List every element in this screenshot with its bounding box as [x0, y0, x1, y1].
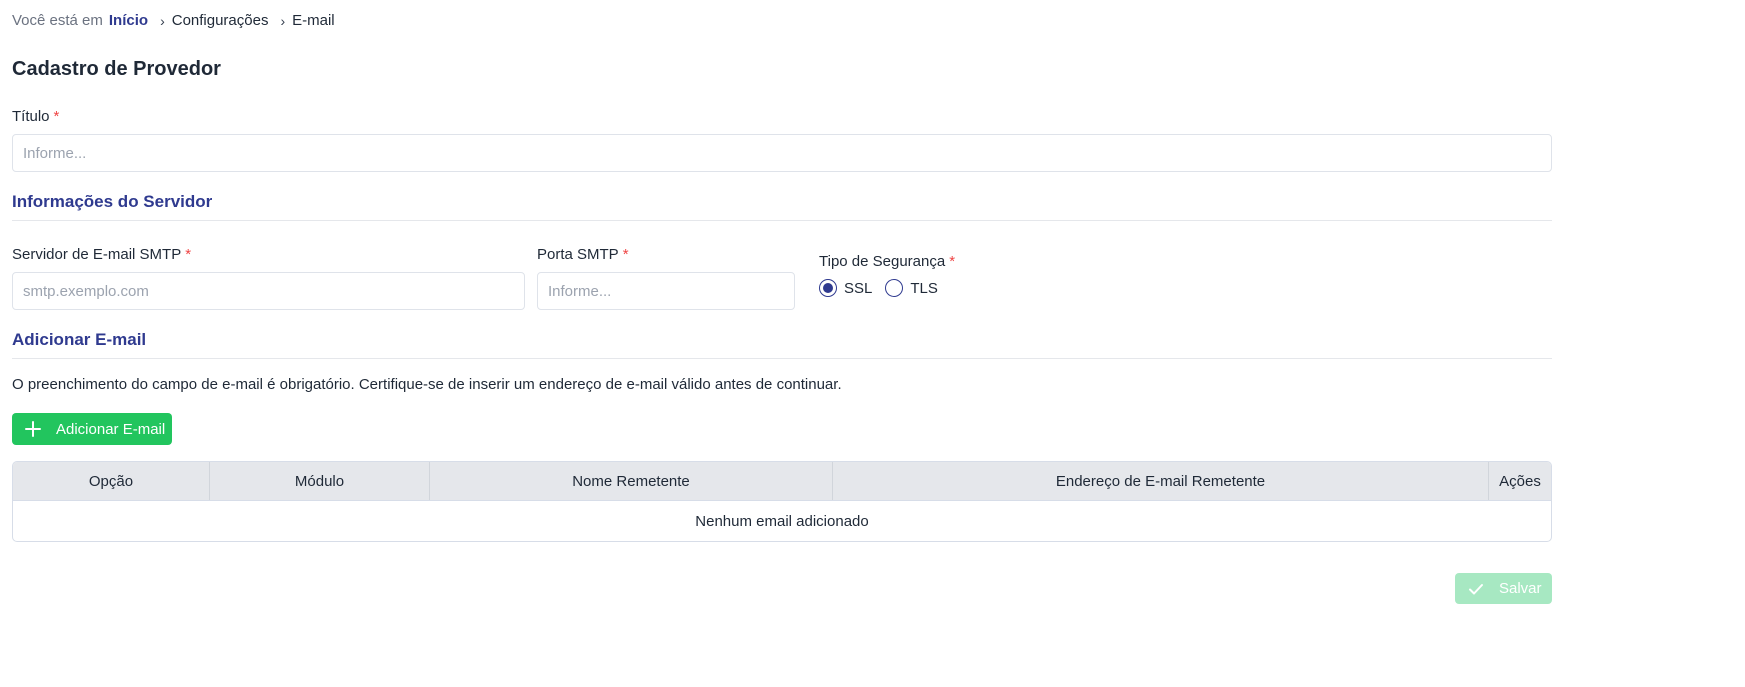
page-title: Cadastro de Provedor — [12, 58, 221, 80]
table-empty-row: Nenhum email adicionado — [695, 513, 869, 530]
smtp-port-placeholder: Informe... — [548, 282, 612, 300]
chevron-right-icon: › — [160, 12, 165, 29]
column-header-nome-remetente: Nome Remetente — [430, 462, 833, 500]
smtp-port-input[interactable]: Informe... — [537, 272, 795, 310]
page: Você está em Início › Configurações › E-… — [0, 0, 1745, 687]
breadcrumb-item-email: E-mail — [292, 12, 335, 29]
security-type-label: Tipo de Segurança * — [819, 253, 955, 270]
radio-ssl[interactable]: SSL — [819, 279, 872, 297]
save-button-label: Salvar — [1499, 580, 1542, 597]
titulo-label-text: Título — [12, 108, 50, 125]
save-button[interactable]: Salvar — [1455, 573, 1552, 604]
email-section-title: Adicionar E-mail — [12, 330, 1552, 359]
smtp-server-input[interactable]: smtp.exemplo.com — [12, 272, 525, 310]
email-section-description: O preenchimento do campo de e-mail é obr… — [12, 376, 842, 393]
breadcrumb: Você está em Início › Configurações › E-… — [12, 12, 335, 29]
smtp-server-label: Servidor de E-mail SMTP * — [12, 246, 191, 263]
check-icon — [1469, 583, 1483, 594]
smtp-port-label: Porta SMTP * — [537, 246, 629, 263]
titulo-label: Título * — [12, 108, 59, 125]
radio-tls[interactable]: TLS — [885, 279, 938, 297]
smtp-port-label-text: Porta SMTP — [537, 246, 619, 263]
table-header: Opção Módulo Nome Remetente Endereço de … — [13, 462, 1551, 501]
radio-checked-icon — [819, 279, 837, 297]
add-email-button[interactable]: Adicionar E-mail — [12, 413, 172, 445]
breadcrumb-prefix: Você está em — [12, 12, 103, 29]
email-table: Opção Módulo Nome Remetente Endereço de … — [12, 461, 1552, 542]
smtp-server-placeholder: smtp.exemplo.com — [23, 282, 149, 300]
security-type-radio-group: SSL TLS — [819, 279, 951, 297]
breadcrumb-item-configuracoes[interactable]: Configurações — [172, 12, 269, 29]
titulo-placeholder: Informe... — [23, 144, 87, 162]
security-type-label-text: Tipo de Segurança — [819, 253, 946, 270]
chevron-right-icon: › — [280, 12, 286, 29]
required-marker: * — [53, 108, 60, 125]
required-marker: * — [185, 246, 192, 263]
radio-ssl-label: SSL — [844, 279, 873, 297]
plus-icon — [25, 421, 41, 437]
column-header-acoes: Ações — [1499, 472, 1541, 490]
required-marker: * — [622, 246, 629, 263]
radio-unchecked-icon — [885, 279, 904, 297]
server-section-title: Informações do Servidor — [12, 192, 1552, 221]
radio-tls-label: TLS — [910, 279, 938, 297]
required-marker: * — [949, 253, 956, 270]
smtp-server-label-text: Servidor de E-mail SMTP — [12, 246, 182, 263]
column-header-modulo: Módulo — [210, 462, 430, 500]
column-header-endereco-email: Endereço de E-mail Remetente — [833, 462, 1489, 500]
add-email-button-label: Adicionar E-mail — [56, 420, 166, 438]
breadcrumb-home-link[interactable]: Início — [109, 12, 148, 29]
column-header-opcao: Opção — [13, 462, 210, 500]
titulo-input[interactable]: Informe... — [12, 134, 1552, 172]
